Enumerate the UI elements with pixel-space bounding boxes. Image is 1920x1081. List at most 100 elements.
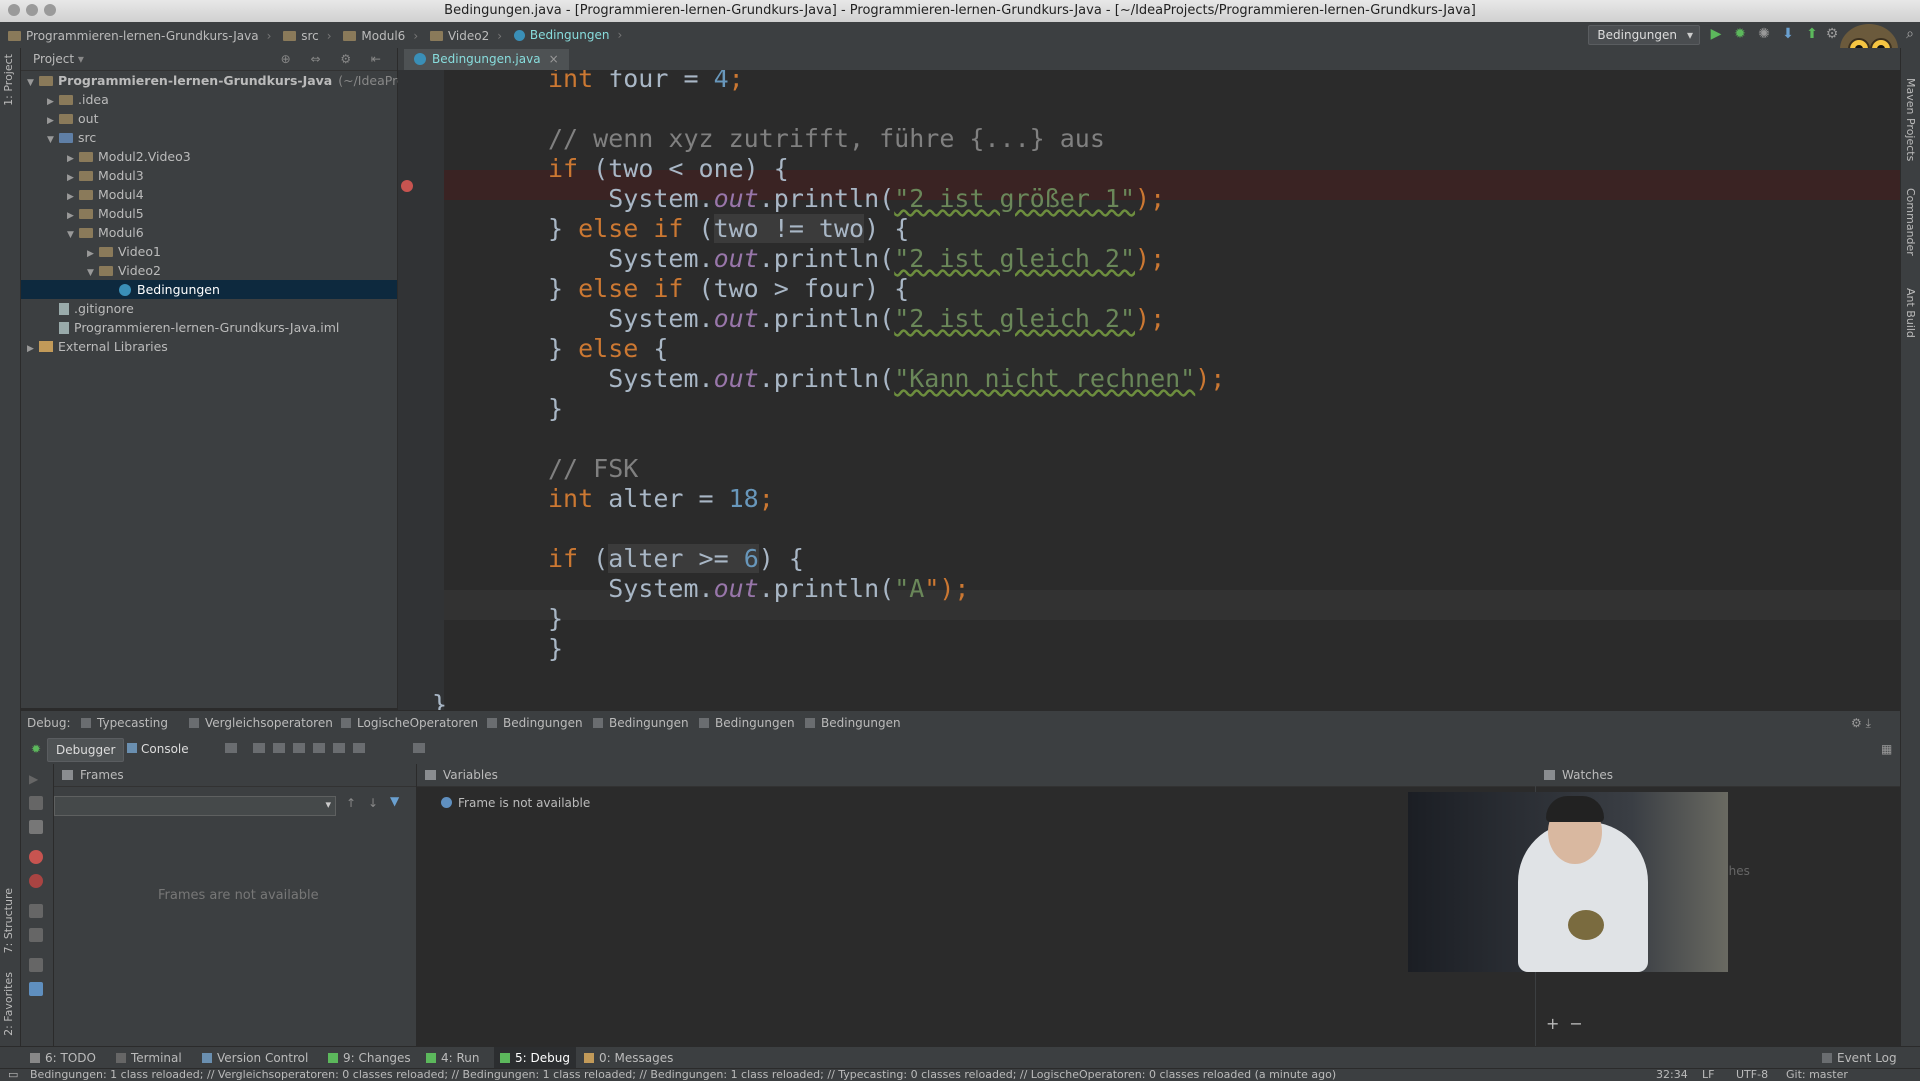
- event-log-icon: [1822, 1053, 1832, 1063]
- debug-icon[interactable]: ✹: [1732, 26, 1748, 42]
- add-watch-icon[interactable]: +: [1546, 1014, 1569, 1033]
- resume-icon[interactable]: ▶: [29, 772, 43, 786]
- vcs-update-icon[interactable]: ⬇: [1780, 26, 1796, 42]
- tree-item[interactable]: ▶ out: [21, 109, 397, 128]
- debug-tab-bedingungen-4[interactable]: Bedingungen: [805, 711, 901, 735]
- settings-icon[interactable]: [29, 958, 43, 972]
- step-into-icon[interactable]: [273, 743, 285, 753]
- frame-up-icon[interactable]: ↑: [346, 796, 356, 810]
- todo-icon: [30, 1053, 40, 1063]
- restore-layout-icon[interactable]: [29, 928, 43, 942]
- evaluate-expression-icon[interactable]: [413, 743, 425, 753]
- rerun-debug-icon[interactable]: ✹: [23, 738, 49, 760]
- tree-item-label: .gitignore: [74, 301, 134, 316]
- thread-select[interactable]: [54, 796, 336, 816]
- view-breakpoints-icon[interactable]: [29, 850, 43, 864]
- toolwindow-changes[interactable]: 9: Changes: [328, 1047, 411, 1069]
- drop-frame-icon[interactable]: [333, 743, 345, 753]
- tree-item[interactable]: ▶ Modul5: [21, 204, 397, 223]
- breadcrumb-src[interactable]: src ›: [283, 23, 332, 49]
- step-over-icon[interactable]: [253, 743, 265, 753]
- tab-structure[interactable]: 7: Structure: [2, 888, 15, 953]
- tab-ant-build[interactable]: Ant Build: [1904, 288, 1917, 338]
- mute-breakpoints-icon[interactable]: [29, 874, 43, 888]
- settings-icon[interactable]: ⚙: [1824, 26, 1840, 42]
- run-to-cursor-icon[interactable]: [353, 743, 365, 753]
- status-message[interactable]: Bedingungen: 1 class reloaded; // Vergle…: [30, 1069, 1336, 1081]
- tree-item[interactable]: ▶ Modul3: [21, 166, 397, 185]
- tree-item[interactable]: Bedingungen: [21, 280, 397, 299]
- get-thread-dump-icon[interactable]: [29, 904, 43, 918]
- debug-tab-bedingungen-1[interactable]: Bedingungen: [487, 711, 583, 735]
- project-panel-header[interactable]: Project ▾ ⊕ ⇔ ⚙ ⇤: [21, 48, 397, 71]
- debug-tab-logischeoperatoren[interactable]: LogischeOperatoren: [341, 711, 478, 735]
- restore-layout-icon[interactable]: ▦: [1873, 738, 1900, 760]
- tab-favorites[interactable]: 2: Favorites: [2, 972, 15, 1036]
- tree-item[interactable]: ▶ Modul2.Video3: [21, 147, 397, 166]
- toolwindow-todo[interactable]: 6: TODO: [30, 1047, 96, 1069]
- tab-bedingungen-java[interactable]: Bedingungen.java ×: [404, 49, 569, 70]
- tree-item[interactable]: ▼ Modul6: [21, 223, 397, 242]
- code-content[interactable]: int four = 4; // wenn xyz zutrifft, führ…: [548, 70, 1225, 664]
- caret-position[interactable]: 32:34: [1656, 1069, 1688, 1081]
- search-icon[interactable]: ⌕: [1902, 26, 1918, 42]
- breadcrumb-bedingungen[interactable]: Bedingungen ›: [513, 22, 622, 48]
- stop-icon[interactable]: [29, 820, 43, 834]
- toolwindow-run[interactable]: 4: Run: [426, 1047, 480, 1069]
- show-execution-point-icon[interactable]: [225, 743, 237, 753]
- debug-tab-bedingungen-2[interactable]: Bedingungen: [593, 711, 689, 735]
- debug-tab-typecasting[interactable]: Typecasting: [81, 711, 168, 735]
- line-separator[interactable]: LF: [1702, 1069, 1714, 1081]
- expand-arrow-icon[interactable]: ▶: [27, 340, 39, 359]
- frame-down-icon[interactable]: ↓: [368, 796, 378, 810]
- breadcrumb-project[interactable]: Programmieren-lernen-Grundkurs-Java ›: [8, 23, 271, 49]
- webcam-video: [1408, 792, 1728, 972]
- console-tab-button[interactable]: Console: [119, 738, 197, 760]
- debug-settings-icon[interactable]: ⚙ ⤓: [1851, 711, 1871, 735]
- step-out-icon[interactable]: [313, 743, 325, 753]
- toolwindow-version-control[interactable]: Version Control: [202, 1047, 308, 1069]
- tree-item[interactable]: ▶ Video1: [21, 242, 397, 261]
- info-icon: [441, 797, 452, 808]
- tree-item[interactable]: ▼ Programmieren-lernen-Grundkurs-Java (~/I…: [21, 71, 438, 90]
- remove-watch-icon[interactable]: −: [1569, 1014, 1592, 1033]
- tree-item[interactable]: ▼ Video2: [21, 261, 397, 280]
- run-icon[interactable]: ▶: [1708, 26, 1724, 42]
- tree-item[interactable]: Programmieren-lernen-Grundkurs-Java.iml: [21, 318, 397, 337]
- debug-tab-bedingungen-3[interactable]: Bedingungen: [699, 711, 795, 735]
- tab-maven-projects[interactable]: Maven Projects: [1904, 78, 1917, 161]
- run-configuration-select[interactable]: Bedingungen: [1588, 25, 1700, 45]
- breadcrumb-modul6[interactable]: Modul6 ›: [343, 23, 418, 49]
- force-step-into-icon[interactable]: [293, 743, 305, 753]
- project-view-select[interactable]: Project: [33, 52, 74, 66]
- breadcrumb-video2[interactable]: Video2 ›: [429, 23, 502, 49]
- project-panel-actions[interactable]: ⊕ ⇔ ⚙ ⇤: [281, 48, 389, 70]
- git-branch[interactable]: Git: master: [1786, 1069, 1848, 1081]
- breakpoint-icon[interactable]: [401, 180, 413, 192]
- code-editor[interactable]: int four = 4; // wenn xyz zutrifft, führ…: [444, 70, 1900, 710]
- toolwindow-terminal[interactable]: Terminal: [116, 1047, 182, 1069]
- tree-item[interactable]: ▶ Modul4: [21, 185, 397, 204]
- pause-icon[interactable]: [29, 796, 43, 810]
- toolwindow-debug[interactable]: 5: Debug: [494, 1047, 576, 1069]
- run-config-icon: [189, 718, 199, 728]
- debug-tab-vergleichsoperatoren[interactable]: Vergleichsoperatoren: [189, 711, 333, 735]
- filter-icon[interactable]: ▼: [390, 794, 399, 808]
- tab-commander[interactable]: Commander: [1904, 188, 1917, 256]
- tree-item-label: Programmieren-lernen-Grundkurs-Java.iml: [74, 320, 340, 335]
- tree-item[interactable]: ▶ .idea: [21, 90, 397, 109]
- tab-project[interactable]: 1: Project: [2, 54, 15, 106]
- tree-item[interactable]: ▶ External Libraries: [21, 337, 397, 356]
- debug-settings-icon[interactable]: [29, 982, 43, 996]
- editor-gutter[interactable]: [398, 70, 445, 710]
- tree-item[interactable]: .gitignore: [21, 299, 397, 318]
- tree-item[interactable]: ▼ src: [21, 128, 397, 147]
- toolwindow-event-log[interactable]: Event Log: [1822, 1047, 1897, 1069]
- debugger-tab-button[interactable]: Debugger: [47, 738, 125, 762]
- toolwindow-messages[interactable]: 0: Messages: [584, 1047, 673, 1069]
- coverage-icon[interactable]: ✺: [1756, 26, 1772, 42]
- close-tab-icon[interactable]: ×: [549, 52, 559, 66]
- status-icon[interactable]: ▭: [8, 1069, 18, 1081]
- file-encoding[interactable]: UTF-8: [1736, 1069, 1768, 1081]
- vcs-commit-icon[interactable]: ⬆: [1804, 26, 1820, 42]
